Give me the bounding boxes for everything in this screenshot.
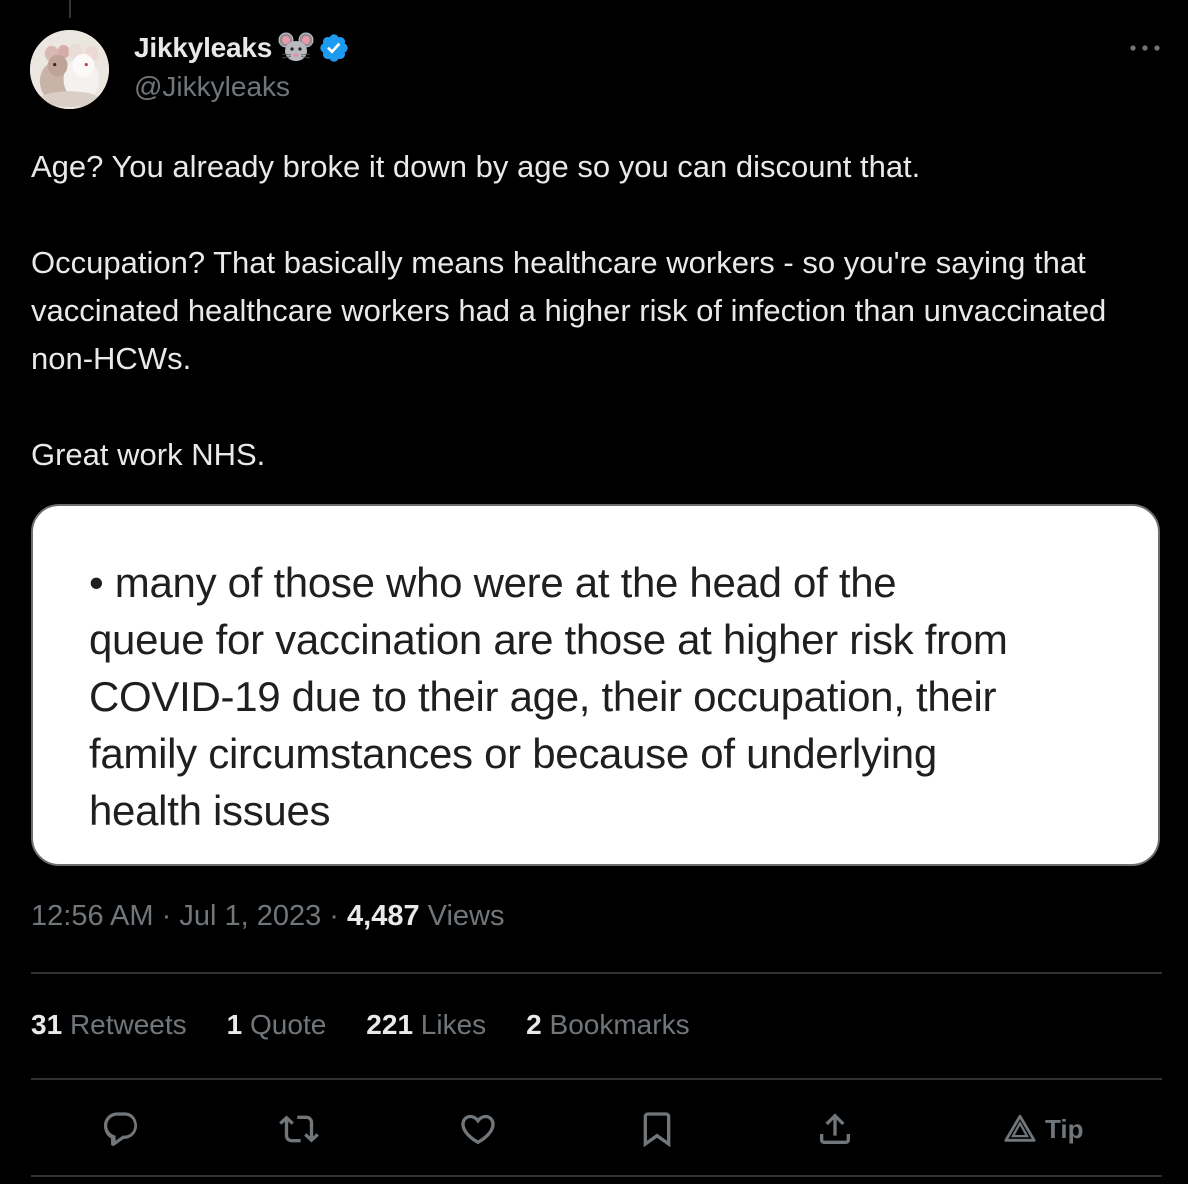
tweet-media-image[interactable]: • many of those who were at the head of … xyxy=(31,504,1160,866)
divider xyxy=(31,972,1162,974)
thread-connector-line xyxy=(69,0,71,18)
engagement-stats: 31 Retweets 1 Quote 221 Likes 2 Bookmark… xyxy=(31,1009,730,1041)
media-text-line: queue for vaccination are those at highe… xyxy=(89,616,1008,663)
stat-label: Likes xyxy=(420,1009,487,1040)
tweet-time-link[interactable]: 12:56 AM · Jul 1, 2023 xyxy=(31,900,321,932)
bookmarks-stat[interactable]: 2 Bookmarks xyxy=(526,1009,689,1041)
share-button[interactable] xyxy=(815,1105,855,1153)
views-label: Views xyxy=(427,900,505,932)
bookmark-icon xyxy=(643,1112,671,1148)
media-quoted-text: • many of those who were at the head of … xyxy=(89,554,1129,839)
stat-count: 221 xyxy=(366,1009,414,1040)
author-handle[interactable]: @Jikkyleaks xyxy=(134,71,290,103)
tip-label: Tip xyxy=(1045,1113,1084,1144)
retweet-icon xyxy=(279,1115,319,1143)
author-display-name[interactable]: Jikkyleaks xyxy=(134,32,272,64)
quotes-stat[interactable]: 1 Quote xyxy=(227,1009,327,1041)
tweet-meta: 12:56 AM · Jul 1, 2023 · 4,487 Views xyxy=(31,900,505,933)
tip-button[interactable]: Tip xyxy=(1003,1105,1084,1153)
tweet-paragraph: Great work NHS. xyxy=(31,437,266,472)
likes-stat[interactable]: 221 Likes xyxy=(366,1009,486,1041)
divider xyxy=(31,1175,1162,1177)
reply-button[interactable] xyxy=(101,1105,141,1153)
like-button[interactable] xyxy=(458,1105,498,1153)
avatar-mice-image xyxy=(30,30,109,109)
stat-label: Retweets xyxy=(69,1009,187,1040)
media-text-line: • many of those who were at the head of … xyxy=(89,559,897,606)
tweet-date: Jul 1, 2023 xyxy=(179,900,322,932)
retweets-stat[interactable]: 31 Retweets xyxy=(31,1009,187,1041)
tweet-text: Age? You already broke it down by age so… xyxy=(31,143,1161,527)
tweet-paragraph: Occupation? That basically means healthc… xyxy=(31,245,1115,376)
media-text-line: health issues xyxy=(89,787,331,834)
meta-separator: · xyxy=(329,900,339,932)
stat-count: 31 xyxy=(31,1009,63,1040)
avatar[interactable] xyxy=(30,30,109,109)
more-options-icon[interactable] xyxy=(1128,38,1162,58)
stat-label: Quote xyxy=(250,1009,327,1040)
tweet-time: 12:56 AM xyxy=(31,900,154,932)
verified-badge-icon[interactable] xyxy=(318,32,350,64)
reply-icon xyxy=(103,1112,138,1147)
mouse-face-icon xyxy=(278,31,314,65)
divider xyxy=(31,1078,1162,1080)
views-count: 4,487 xyxy=(347,900,420,932)
share-icon xyxy=(820,1113,850,1144)
stat-label: Bookmarks xyxy=(549,1009,690,1040)
bookmark-button[interactable] xyxy=(637,1105,677,1153)
media-text-line: COVID-19 due to their age, their occupat… xyxy=(89,673,997,720)
stat-count: 1 xyxy=(226,1009,243,1040)
retweet-button[interactable] xyxy=(279,1105,319,1153)
media-text-line: family circumstances or because of under… xyxy=(89,730,937,777)
stat-count: 2 xyxy=(526,1009,542,1040)
action-bar: Tip xyxy=(0,1105,1188,1153)
meta-separator: · xyxy=(161,900,172,932)
tip-icon xyxy=(1004,1114,1036,1142)
author-name-row[interactable]: Jikkyleaks xyxy=(134,30,350,66)
heart-icon xyxy=(461,1114,495,1145)
tweet-paragraph: Age? You already broke it down by age so… xyxy=(31,149,921,184)
